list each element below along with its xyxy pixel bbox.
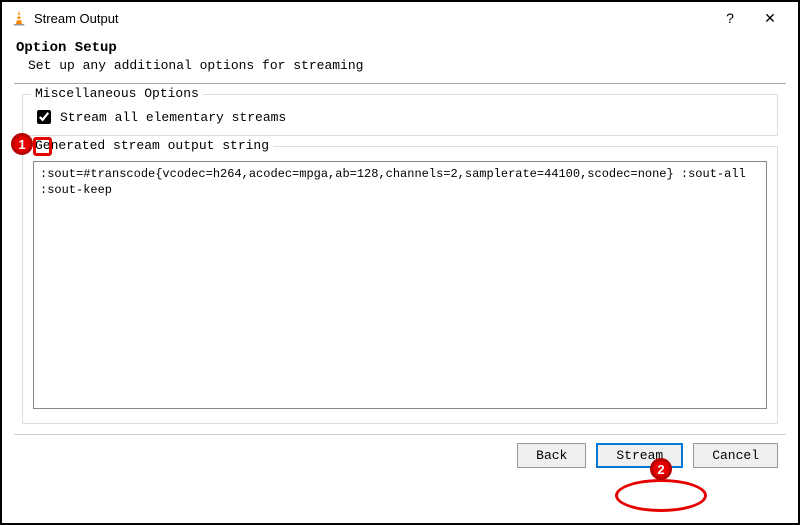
option-setup-header: Option Setup Set up any additional optio… — [2, 34, 798, 83]
window-title: Stream Output — [34, 11, 119, 26]
output-string-textarea[interactable] — [33, 161, 767, 409]
footer-separator — [14, 434, 786, 435]
vlc-cone-icon — [10, 9, 28, 27]
stream-all-row[interactable]: Stream all elementary streams — [33, 107, 767, 127]
back-button[interactable]: Back — [517, 443, 586, 468]
annotation-oval-2 — [615, 479, 707, 512]
title-bar: Stream Output ? ✕ — [2, 2, 798, 34]
stream-button[interactable]: Stream — [596, 443, 683, 468]
cancel-button[interactable]: Cancel — [693, 443, 778, 468]
close-button[interactable]: ✕ — [750, 10, 790, 27]
output-string-legend: Generated stream output string — [31, 138, 273, 153]
footer-buttons: Back Stream Cancel — [2, 443, 798, 478]
output-string-group: Generated stream output string — [22, 146, 778, 424]
header-separator — [14, 83, 786, 84]
stream-all-checkbox[interactable] — [37, 110, 51, 124]
option-setup-title: Option Setup — [16, 40, 784, 56]
misc-options-legend: Miscellaneous Options — [31, 86, 203, 101]
stream-all-label: Stream all elementary streams — [60, 110, 286, 125]
misc-options-group: Miscellaneous Options Stream all element… — [22, 94, 778, 136]
option-setup-description: Set up any additional options for stream… — [16, 56, 784, 73]
help-button[interactable]: ? — [710, 10, 750, 26]
